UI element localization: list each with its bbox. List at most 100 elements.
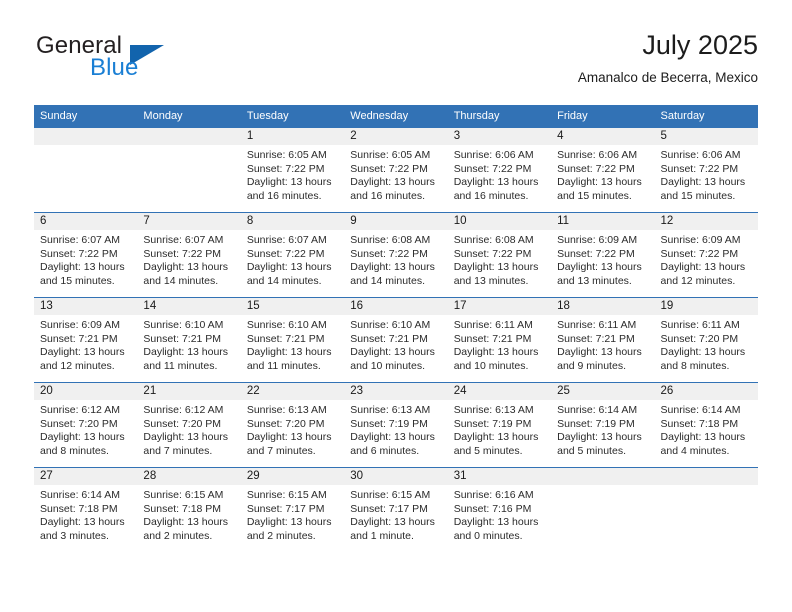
calendar-day-cell[interactable]: 31 Sunrise: 6:16 AM Sunset: 7:16 PM Dayligh… <box>447 467 552 552</box>
day-details: Sunrise: 6:06 AM Sunset: 7:22 PM Daylight:… <box>551 145 654 203</box>
calendar-day-cell[interactable]: 21 Sunrise: 6:12 AM Sunset: 7:20 PM Dayligh… <box>137 382 241 468</box>
calendar-cell-inner: 7 Sunrise: 6:07 AM Sunset: 7:22 PM Daylight… <box>137 213 241 297</box>
daylight-text-line2: and 2 minutes. <box>143 529 213 542</box>
sunset-text: Sunset: 7:21 PM <box>350 332 428 345</box>
calendar-body: 1 Sunrise: 6:05 AM Sunset: 7:22 PM Daylight… <box>34 127 758 552</box>
sunset-text: Sunset: 7:22 PM <box>246 162 325 175</box>
day-details: Sunrise: 6:09 AM Sunset: 7:22 PM Daylight:… <box>655 230 758 288</box>
sunset-text: Sunset: 7:18 PM <box>143 502 222 515</box>
day-number: 16 <box>344 298 448 315</box>
day-number: 29 <box>240 468 345 485</box>
calendar-day-cell[interactable]: 11 Sunrise: 6:09 AM Sunset: 7:22 PM Dayligh… <box>551 212 655 298</box>
sunrise-text: Sunrise: 6:09 AM <box>40 319 120 331</box>
calendar-cell-inner: 23 Sunrise: 6:13 AM Sunset: 7:19 PM Dayligh… <box>344 383 448 467</box>
calendar-day-cell[interactable]: 28 Sunrise: 6:15 AM Sunset: 7:18 PM Dayligh… <box>137 467 241 552</box>
sunset-text: Sunset: 7:16 PM <box>453 502 532 515</box>
calendar-cell-inner: 12 Sunrise: 6:09 AM Sunset: 7:22 PM Dayligh… <box>654 213 758 297</box>
daylight-text-line1: Daylight: 13 hours <box>557 176 642 188</box>
calendar-day-cell[interactable]: 25 Sunrise: 6:14 AM Sunset: 7:19 PM Dayligh… <box>551 382 655 468</box>
general-blue-logo[interactable]: General Blue <box>34 32 244 90</box>
sunset-text: Sunset: 7:22 PM <box>660 162 739 175</box>
day-number: 11 <box>551 213 655 230</box>
calendar-week-row: 20 Sunrise: 6:12 AM Sunset: 7:20 PM Dayligh… <box>34 382 758 468</box>
day-details: Sunrise: 6:15 AM Sunset: 7:17 PM Daylight:… <box>241 485 344 543</box>
sunrise-text: Sunrise: 6:10 AM <box>246 319 327 331</box>
calendar-day-cell[interactable]: 16 Sunrise: 6:10 AM Sunset: 7:21 PM Dayligh… <box>344 297 448 383</box>
calendar-table: Sunday Monday Tuesday Wednesday Thursday… <box>34 105 758 552</box>
calendar-cell-inner: 26 Sunrise: 6:14 AM Sunset: 7:18 PM Dayligh… <box>654 383 758 467</box>
calendar-day-cell[interactable]: 10 Sunrise: 6:08 AM Sunset: 7:22 PM Dayligh… <box>447 212 552 298</box>
calendar-day-cell[interactable]: 4 Sunrise: 6:06 AM Sunset: 7:22 PM Daylight… <box>551 127 655 213</box>
calendar-day-cell[interactable]: 24 Sunrise: 6:13 AM Sunset: 7:19 PM Dayligh… <box>447 382 552 468</box>
calendar-day-cell[interactable]: 13 Sunrise: 6:09 AM Sunset: 7:21 PM Dayligh… <box>34 297 138 383</box>
sunset-text: Sunset: 7:22 PM <box>557 162 635 175</box>
sunrise-text: Sunrise: 6:09 AM <box>660 234 741 246</box>
calendar-day-cell[interactable]: 29 Sunrise: 6:15 AM Sunset: 7:17 PM Dayligh… <box>240 467 345 552</box>
day-details: Sunrise: 6:09 AM Sunset: 7:21 PM Daylight:… <box>34 315 137 373</box>
day-number: 5 <box>654 128 758 145</box>
sunset-text: Sunset: 7:17 PM <box>350 502 428 515</box>
sunrise-text: Sunrise: 6:11 AM <box>660 319 740 331</box>
day-details: Sunrise: 6:07 AM Sunset: 7:22 PM Daylight:… <box>137 230 240 288</box>
calendar-day-cell[interactable]: 20 Sunrise: 6:12 AM Sunset: 7:20 PM Dayligh… <box>34 382 138 468</box>
sunset-text: Sunset: 7:22 PM <box>557 247 635 260</box>
calendar-week-row: 1 Sunrise: 6:05 AM Sunset: 7:22 PM Daylight… <box>34 127 758 213</box>
calendar-day-cell[interactable]: 5 Sunrise: 6:06 AM Sunset: 7:22 PM Daylight… <box>654 127 758 213</box>
calendar-day-cell[interactable]: 3 Sunrise: 6:06 AM Sunset: 7:22 PM Daylight… <box>447 127 552 213</box>
calendar-cell-inner: 19 Sunrise: 6:11 AM Sunset: 7:20 PM Dayligh… <box>654 298 758 382</box>
title-block: July 2025 Amanalco de Becerra, Mexico <box>578 28 758 88</box>
daylight-text-line1: Daylight: 13 hours <box>246 516 332 528</box>
sunset-text: Sunset: 7:22 PM <box>350 162 428 175</box>
sunrise-text: Sunrise: 6:07 AM <box>246 234 327 246</box>
daylight-text-line1: Daylight: 13 hours <box>660 261 746 273</box>
calendar-day-cell[interactable]: 26 Sunrise: 6:14 AM Sunset: 7:18 PM Dayligh… <box>654 382 758 468</box>
daylight-text-line2: and 10 minutes. <box>453 359 529 372</box>
daylight-text-line1: Daylight: 13 hours <box>557 346 642 358</box>
calendar-cell-inner: 4 Sunrise: 6:06 AM Sunset: 7:22 PM Daylight… <box>551 128 655 212</box>
sunset-text: Sunset: 7:21 PM <box>246 332 325 345</box>
daylight-text-line2: and 1 minute. <box>350 529 414 542</box>
sunset-text: Sunset: 7:22 PM <box>453 247 532 260</box>
calendar-header-row: Sunday Monday Tuesday Wednesday Thursday… <box>34 105 758 128</box>
calendar-day-cell[interactable]: 17 Sunrise: 6:11 AM Sunset: 7:21 PM Dayligh… <box>447 297 552 383</box>
daylight-text-line1: Daylight: 13 hours <box>453 346 539 358</box>
sunset-text: Sunset: 7:21 PM <box>453 332 532 345</box>
calendar-day-cell[interactable]: 27 Sunrise: 6:14 AM Sunset: 7:18 PM Dayligh… <box>34 467 138 552</box>
calendar-day-cell[interactable]: 7 Sunrise: 6:07 AM Sunset: 7:22 PM Daylight… <box>137 212 241 298</box>
calendar-day-cell[interactable]: 22 Sunrise: 6:13 AM Sunset: 7:20 PM Dayligh… <box>240 382 345 468</box>
calendar-day-cell[interactable]: 8 Sunrise: 6:07 AM Sunset: 7:22 PM Daylight… <box>240 212 345 298</box>
daylight-text-line1: Daylight: 13 hours <box>350 176 435 188</box>
sunrise-text: Sunrise: 6:06 AM <box>453 149 534 161</box>
daylight-text-line1: Daylight: 13 hours <box>246 346 332 358</box>
day-details: Sunrise: 6:08 AM Sunset: 7:22 PM Daylight:… <box>344 230 447 288</box>
calendar-day-cell[interactable]: 2 Sunrise: 6:05 AM Sunset: 7:22 PM Daylight… <box>344 127 448 213</box>
weekday-header-thursday: Thursday <box>447 105 552 128</box>
calendar-day-cell[interactable]: 14 Sunrise: 6:10 AM Sunset: 7:21 PM Dayligh… <box>137 297 241 383</box>
daylight-text-line2: and 13 minutes. <box>453 274 529 287</box>
calendar-day-cell[interactable]: 30 Sunrise: 6:15 AM Sunset: 7:17 PM Dayligh… <box>344 467 448 552</box>
calendar-day-cell[interactable]: 1 Sunrise: 6:05 AM Sunset: 7:22 PM Daylight… <box>240 127 345 213</box>
daylight-text-line2: and 2 minutes. <box>246 529 316 542</box>
daylight-text-line2: and 14 minutes. <box>350 274 425 287</box>
daylight-text-line2: and 15 minutes. <box>660 189 736 202</box>
day-number: 17 <box>447 298 552 315</box>
day-number: 18 <box>551 298 655 315</box>
sunrise-text: Sunrise: 6:14 AM <box>40 489 120 501</box>
daylight-text-line1: Daylight: 13 hours <box>40 516 125 528</box>
sunset-text: Sunset: 7:22 PM <box>143 247 222 260</box>
day-details: Sunrise: 6:13 AM Sunset: 7:19 PM Daylight:… <box>448 400 551 458</box>
calendar-day-cell[interactable]: 19 Sunrise: 6:11 AM Sunset: 7:20 PM Dayligh… <box>654 297 758 383</box>
daylight-text-line1: Daylight: 13 hours <box>350 431 435 443</box>
day-number <box>654 468 758 485</box>
calendar-day-cell[interactable]: 23 Sunrise: 6:13 AM Sunset: 7:19 PM Dayligh… <box>344 382 448 468</box>
weekday-header-saturday: Saturday <box>654 105 758 128</box>
calendar-day-cell[interactable]: 18 Sunrise: 6:11 AM Sunset: 7:21 PM Dayligh… <box>551 297 655 383</box>
logo-text-blue: Blue <box>90 54 139 81</box>
day-number: 19 <box>654 298 758 315</box>
calendar-day-cell[interactable]: 15 Sunrise: 6:10 AM Sunset: 7:21 PM Dayligh… <box>240 297 345 383</box>
sunrise-text: Sunrise: 6:15 AM <box>143 489 224 501</box>
calendar-day-cell[interactable]: 12 Sunrise: 6:09 AM Sunset: 7:22 PM Dayligh… <box>654 212 758 298</box>
day-details: Sunrise: 6:12 AM Sunset: 7:20 PM Daylight:… <box>34 400 137 458</box>
calendar-day-cell[interactable]: 6 Sunrise: 6:07 AM Sunset: 7:22 PM Daylight… <box>34 212 138 298</box>
calendar-day-cell[interactable]: 9 Sunrise: 6:08 AM Sunset: 7:22 PM Daylight… <box>344 212 448 298</box>
